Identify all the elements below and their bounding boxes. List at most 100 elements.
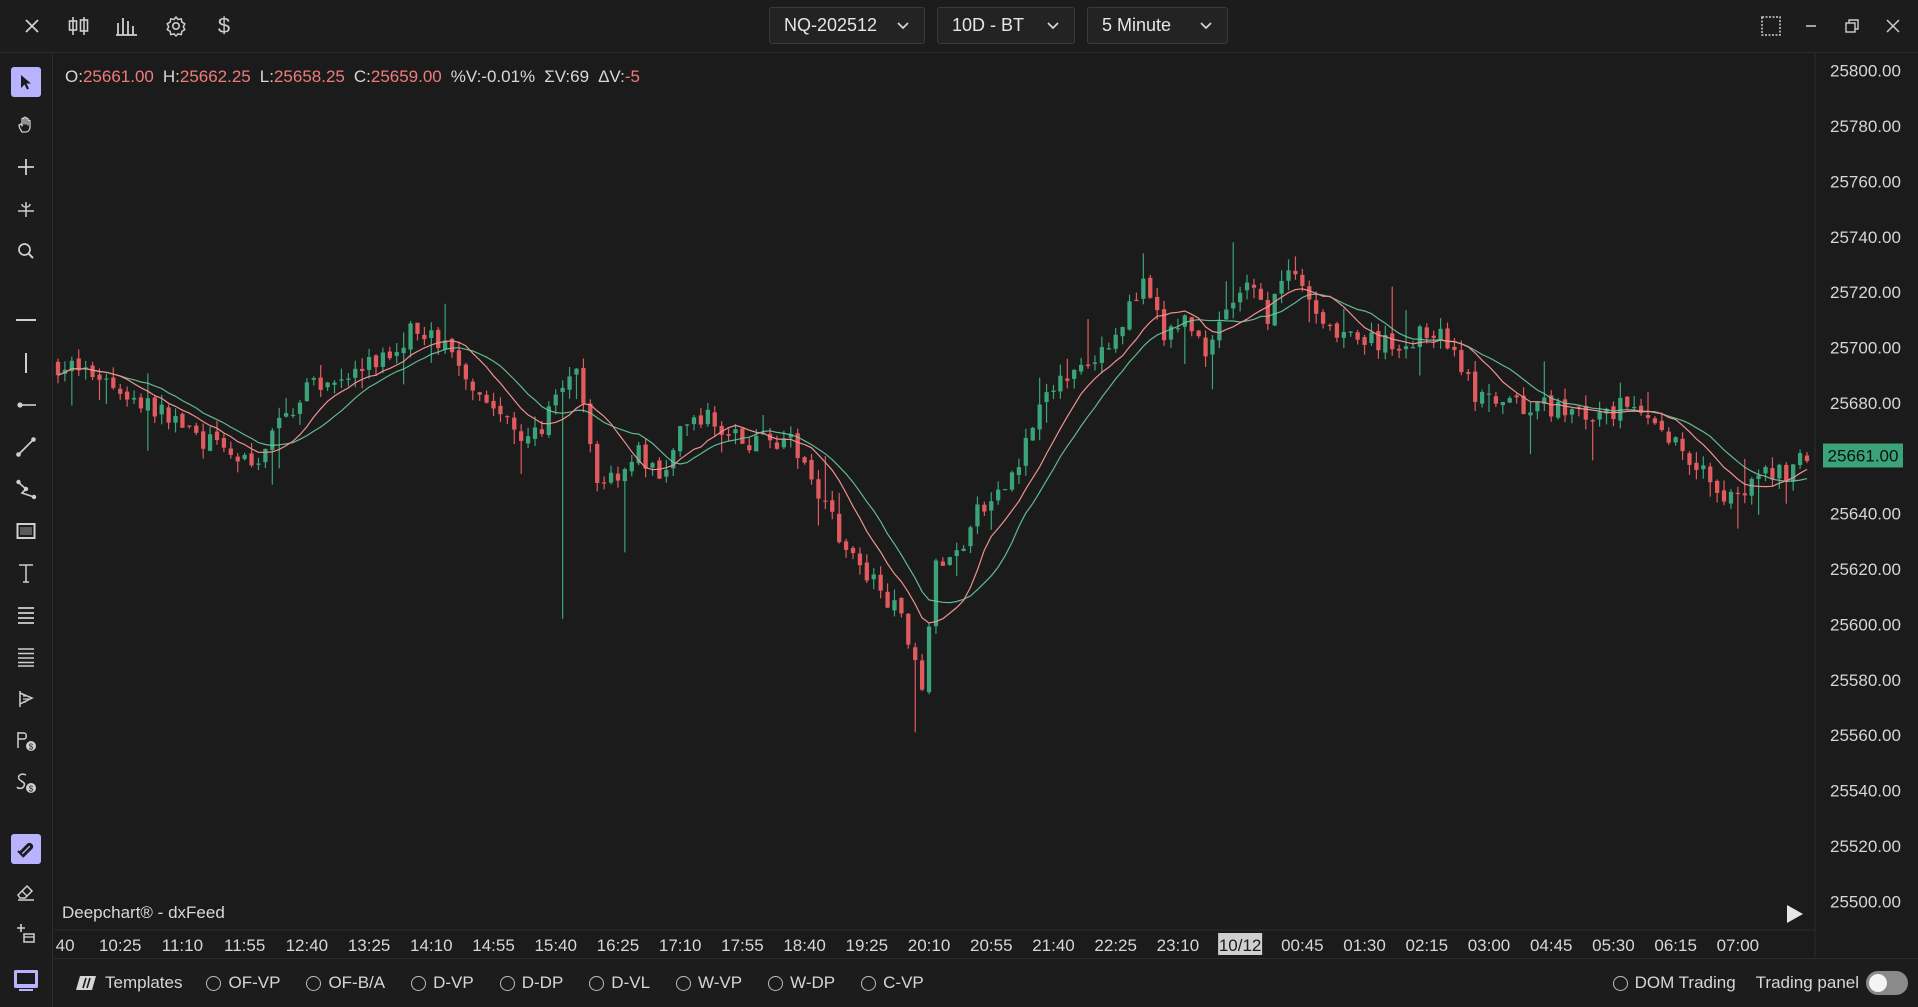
candle-body (270, 430, 275, 451)
fib-extension-icon[interactable] (11, 642, 41, 672)
indicator-radio[interactable] (676, 975, 692, 991)
indicator-radio[interactable] (411, 975, 427, 991)
gear-icon[interactable] (160, 10, 192, 42)
x-tick-label: 16:25 (597, 936, 640, 955)
hand-pan-icon[interactable] (11, 110, 41, 140)
restore-icon[interactable] (1838, 12, 1866, 40)
x-tick-label: 02:15 (1406, 936, 1449, 955)
trading-panel-option[interactable]: Trading panel (1756, 971, 1908, 995)
vertical-line-icon[interactable] (11, 348, 41, 378)
candle-body (1680, 438, 1685, 452)
fibonacci-icon[interactable] (11, 600, 41, 630)
symbol-dropdown[interactable]: NQ-202512 (769, 7, 925, 44)
candle-body (1148, 277, 1153, 298)
candle-body (989, 501, 994, 511)
bottom-toolbar: Templates OF-VP OF-B/A D-VP D-DP D-VL W-VP W-D… (54, 958, 1918, 1007)
candle-body (1106, 348, 1111, 350)
workspace-icon[interactable] (11, 965, 41, 995)
scroll-to-latest-icon[interactable] (1784, 902, 1806, 926)
moving-average-fast (57, 288, 1808, 624)
candle-body (1231, 302, 1236, 309)
horizontal-line-icon[interactable] (11, 305, 41, 335)
text-tool-icon[interactable] (11, 558, 41, 588)
indicator-option-d-vl[interactable]: D-VL (589, 973, 650, 993)
candle-body (1659, 420, 1664, 430)
candle-body (1500, 401, 1505, 406)
candle-body (1473, 371, 1478, 402)
pointer-tool-icon[interactable] (11, 67, 41, 97)
magnet-snap-icon[interactable] (11, 834, 41, 864)
dom-trading-option[interactable]: DOM Trading (1612, 973, 1736, 993)
trend-line-icon[interactable] (11, 432, 41, 462)
dollar-icon[interactable]: $ (208, 10, 240, 42)
candle-body (1279, 280, 1284, 294)
window-close-icon[interactable] (1879, 12, 1907, 40)
indicator-option-w-dp[interactable]: W-DP (768, 973, 835, 993)
candle-body (228, 448, 233, 455)
add-indicator-icon[interactable] (11, 918, 41, 948)
candle-body (131, 397, 137, 400)
candle-body (1708, 466, 1713, 483)
path-tool-icon[interactable] (11, 474, 41, 504)
candle-body (138, 397, 144, 409)
indicator-radio[interactable] (589, 975, 605, 991)
indicator-radio[interactable] (306, 975, 322, 991)
fullscreen-icon[interactable] (1757, 12, 1785, 40)
indicator-radio[interactable] (768, 975, 784, 991)
candle-body (1804, 455, 1810, 462)
symbol-label: NQ-202512 (784, 15, 878, 35)
position-dollar-icon[interactable]: $ (11, 726, 41, 756)
close-icon[interactable] (16, 10, 48, 42)
candle-body (1479, 392, 1485, 404)
pct-volume-label: %V: (450, 67, 482, 86)
indicator-radio[interactable] (499, 975, 515, 991)
x-tick-label: 17:10 (659, 936, 702, 955)
candle-body (982, 504, 987, 512)
indicator-option-of-b-a[interactable]: OF-B/A (306, 973, 385, 993)
indicator-radio[interactable] (861, 975, 877, 991)
candle-body (1348, 331, 1353, 333)
interval-dropdown[interactable]: 5 Minute (1087, 7, 1228, 44)
y-tick-label: 25540.00 (1830, 782, 1901, 801)
stop-dollar-icon[interactable]: $ (11, 768, 41, 798)
indicator-radio[interactable] (206, 975, 222, 991)
zoom-icon[interactable] (11, 236, 41, 266)
indicator-option-w-vp[interactable]: W-VP (676, 973, 742, 993)
candle-body (1362, 337, 1367, 345)
candle-body (519, 431, 524, 441)
dom-trading-radio[interactable] (1612, 975, 1628, 991)
candle-body (1590, 420, 1595, 422)
projection-tool-icon[interactable] (11, 684, 41, 714)
indicator-option-of-vp[interactable]: OF-VP (206, 973, 280, 993)
x-tick-label: 01:30 (1343, 936, 1386, 955)
ohlc-legend: O: 25661.00 H: 25662.25 L: 25658.25 C: 2… (65, 67, 649, 87)
price-chart[interactable]: 25800.00 25780.00 25760.00 25740.00 25720.00… (54, 54, 1918, 957)
candle-body (1562, 399, 1568, 416)
x-tick-label: 07:00 (1717, 936, 1760, 955)
sum-volume-label: ΣV: (544, 67, 571, 86)
candle-body (1431, 335, 1436, 338)
candle-body (118, 388, 123, 394)
eraser-icon[interactable] (11, 876, 41, 906)
templates-button[interactable]: Templates (74, 973, 182, 993)
minimize-icon[interactable] (1797, 12, 1825, 40)
indicator-option-c-vp[interactable]: C-VP (861, 973, 924, 993)
candle-body (1030, 427, 1035, 441)
indicator-option-d-dp[interactable]: D-DP (499, 973, 563, 993)
range-dropdown[interactable]: 10D - BT (937, 7, 1075, 44)
candle-body (1155, 296, 1160, 311)
candle-body (1175, 328, 1181, 330)
toggle-knob (1869, 974, 1887, 992)
trading-panel-toggle[interactable] (1866, 971, 1908, 995)
candlestick-icon[interactable] (63, 10, 95, 42)
y-tick-label: 25760.00 (1830, 172, 1901, 191)
rectangle-tool-icon[interactable] (11, 516, 41, 546)
indicator-option-d-vp[interactable]: D-VP (411, 973, 474, 993)
ray-line-icon[interactable] (11, 390, 41, 420)
crosshair-icon[interactable] (11, 152, 41, 182)
bar-chart-icon[interactable] (111, 10, 143, 42)
chart-area[interactable]: 25800.00 25780.00 25760.00 25740.00 25720.00… (54, 54, 1918, 957)
cursor-magnet-icon[interactable] (11, 194, 41, 224)
candle-body (429, 330, 434, 339)
candle-body (1583, 405, 1588, 420)
